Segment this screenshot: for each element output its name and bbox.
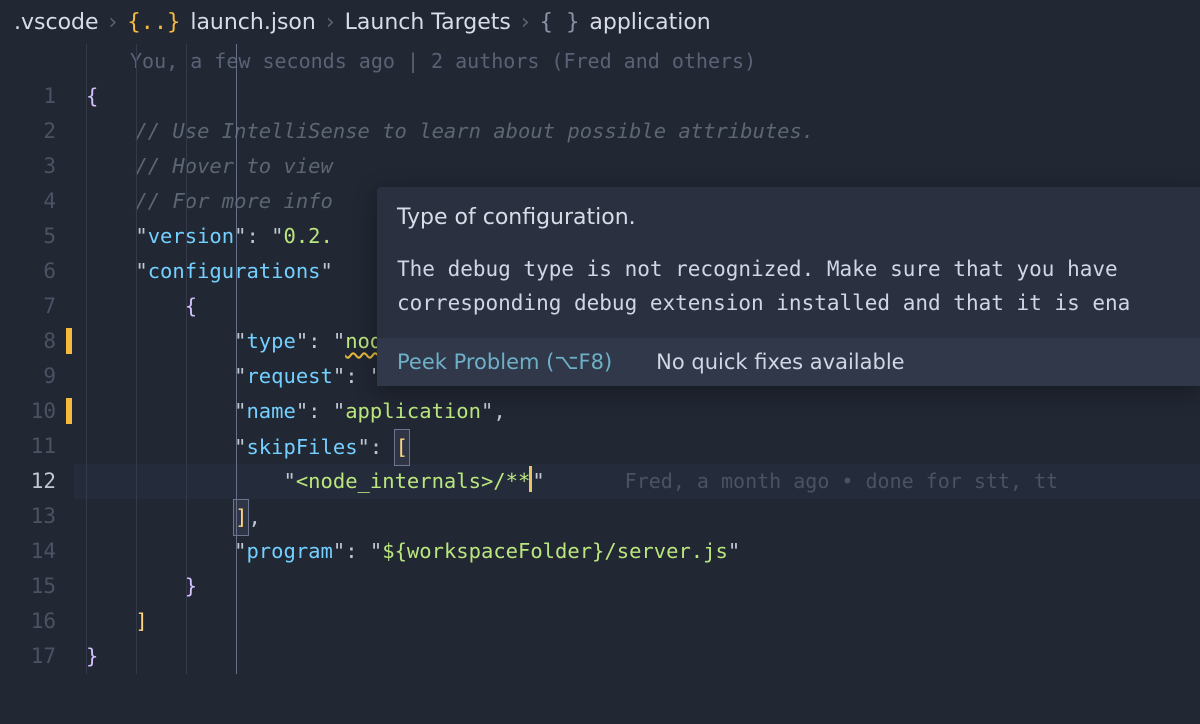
- line-number: 11: [0, 429, 56, 464]
- peek-problem-link[interactable]: Peek Problem (⌥F8): [397, 350, 612, 374]
- chevron-right-icon: ›: [326, 10, 335, 35]
- hover-message: The debug type is not recognized. Make s…: [377, 249, 1200, 338]
- hover-title: Type of configuration.: [377, 187, 1200, 249]
- breadcrumb-item-vscode[interactable]: .vscode: [14, 10, 99, 35]
- code-line[interactable]: }: [74, 639, 1200, 674]
- breadcrumb-label: application: [589, 10, 710, 35]
- breadcrumb-label: .vscode: [14, 10, 99, 35]
- comment: // Hover to view: [135, 154, 332, 178]
- object-braces-icon: { }: [540, 10, 580, 35]
- line-number: 12: [0, 464, 56, 499]
- line-number: 1: [0, 79, 56, 114]
- line-number: 3: [0, 149, 56, 184]
- code-line-active[interactable]: "<node_internals>/**"Fred, a month ago •…: [74, 464, 1200, 499]
- line-number: 17: [0, 639, 56, 674]
- breadcrumb-label: Launch Targets: [345, 10, 511, 35]
- code-line[interactable]: ],: [74, 499, 1200, 534]
- code-line[interactable]: ]: [74, 604, 1200, 639]
- line-number: 14: [0, 534, 56, 569]
- breadcrumb-item-launchtargets[interactable]: Launch Targets: [345, 10, 511, 35]
- line-number: 2: [0, 114, 56, 149]
- hover-actions: Peek Problem (⌥F8) No quick fixes availa…: [377, 338, 1200, 386]
- line-number: 8: [0, 324, 56, 359]
- code-editor[interactable]: 1 2 3 4 5 6 7 8 9 10 11 12 13 14 15 16 1…: [0, 44, 1200, 674]
- line-number: 4: [0, 184, 56, 219]
- line-number: 10: [0, 394, 56, 429]
- breadcrumb-item-launchjson[interactable]: {..} launch.json: [127, 10, 315, 35]
- code-line[interactable]: // Use IntelliSense to learn about possi…: [74, 114, 1200, 149]
- comment: // For more info: [135, 189, 332, 213]
- problem-hover-popup[interactable]: Type of configuration. The debug type is…: [377, 187, 1200, 386]
- git-codelens[interactable]: You, a few seconds ago | 2 authors (Fred…: [74, 44, 1200, 79]
- line-number: 9: [0, 359, 56, 394]
- bracket-match-open: [: [394, 429, 410, 466]
- line-number: 5: [0, 219, 56, 254]
- code-line[interactable]: "name": "application",: [74, 394, 1200, 429]
- inline-blame: Fred, a month ago • done for stt, tt: [545, 469, 1058, 493]
- code-line[interactable]: "skipFiles": [: [74, 429, 1200, 464]
- line-number: 6: [0, 254, 56, 289]
- breadcrumb-item-application[interactable]: { } application: [540, 10, 711, 35]
- line-number: 16: [0, 604, 56, 639]
- line-number: 13: [0, 499, 56, 534]
- modified-indicator: [66, 328, 72, 354]
- modified-indicator: [66, 398, 72, 424]
- json-braces-icon: {..}: [127, 10, 180, 35]
- comment: // Use IntelliSense to learn about possi…: [135, 119, 814, 143]
- breadcrumb-label: launch.json: [190, 10, 316, 35]
- line-number: 15: [0, 569, 56, 604]
- no-quick-fix-label: No quick fixes available: [656, 350, 904, 374]
- gutter: 1 2 3 4 5 6 7 8 9 10 11 12 13 14 15 16 1…: [0, 44, 74, 674]
- code-line[interactable]: "program": "${workspaceFolder}/server.js…: [74, 534, 1200, 569]
- line-number: 7: [0, 289, 56, 324]
- code-line[interactable]: {: [74, 79, 1200, 114]
- chevron-right-icon: ›: [521, 10, 530, 35]
- chevron-right-icon: ›: [109, 10, 118, 35]
- code-line[interactable]: // Hover to view: [74, 149, 1200, 184]
- code-line[interactable]: }: [74, 569, 1200, 604]
- breadcrumb: .vscode › {..} launch.json › Launch Targ…: [0, 0, 1200, 44]
